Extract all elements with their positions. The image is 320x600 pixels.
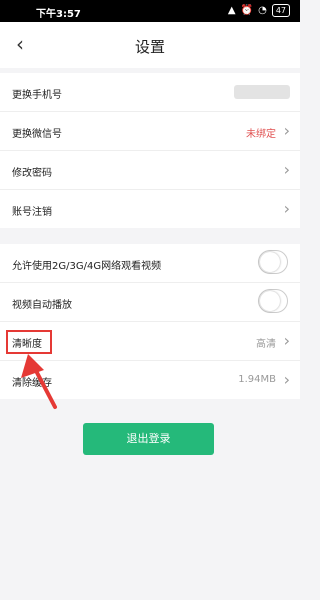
arrow-head	[21, 354, 44, 378]
logout-button[interactable]: 退出登录	[83, 423, 214, 455]
annotation-arrow-icon	[21, 354, 57, 409]
